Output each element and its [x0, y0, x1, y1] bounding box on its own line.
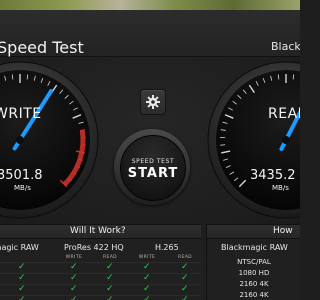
results-area: Will It Work? Blackmagic RAW ProRes 422 … [0, 224, 300, 300]
format-braw: Blackmagic RAW [0, 243, 39, 252]
prores-read-head: READ [102, 255, 118, 260]
check-icon: ✓ [106, 273, 114, 283]
format-prores: ProRes 422 HQ [64, 243, 124, 252]
check-icon: ✓ [181, 284, 189, 294]
write-value: 3501.8 [0, 168, 43, 183]
start-button-label: START [127, 166, 179, 181]
check-icon: ✓ [18, 262, 26, 272]
how-fast-title: How [273, 226, 293, 236]
h265-write-head: WRITE [138, 255, 156, 260]
will-it-work-table: Will It Work? Blackmagic RAW ProRes 422 … [0, 224, 201, 300]
start-button-bezel: SPEED TEST START [114, 129, 190, 205]
gear-icon [146, 95, 160, 109]
table-row-divider [0, 273, 201, 274]
check-icon: ✓ [106, 262, 114, 272]
check-icon: ✓ [181, 295, 189, 300]
will-it-work-title: Will It Work? [70, 226, 126, 236]
check-icon: ✓ [143, 295, 151, 300]
start-button[interactable]: SPEED TEST START [120, 135, 186, 201]
check-icon: ✓ [70, 295, 78, 300]
start-button-caption: SPEED TEST [131, 158, 175, 165]
resolution-item: 2160 4K [239, 280, 269, 288]
check-icon: ✓ [143, 284, 151, 294]
write-label: WRITE [0, 106, 42, 122]
check-icon: ✓ [18, 284, 26, 294]
resolution-item: 2160 4K [239, 291, 269, 299]
write-unit: MB/s [14, 184, 31, 192]
read-dial [207, 61, 300, 219]
resolution-item: NTSC/PAL [237, 258, 271, 266]
table-row-divider [0, 284, 201, 285]
prores-write-head: WRITE [65, 255, 83, 260]
check-icon: ✓ [18, 273, 26, 283]
check-icon: ✓ [70, 284, 78, 294]
check-icon: ✓ [143, 262, 151, 272]
format-h265: H.265 [155, 243, 179, 252]
check-icon: ✓ [181, 262, 189, 272]
check-icon: ✓ [106, 295, 114, 300]
settings-button[interactable] [140, 89, 166, 115]
table-row-divider [0, 262, 201, 263]
write-dial [0, 61, 99, 219]
how-fast-header: How [207, 225, 300, 239]
check-icon: ✓ [70, 262, 78, 272]
will-it-work-header: Will It Work? [0, 225, 201, 239]
resolution-item: 1080 HD [238, 269, 270, 277]
speed-test-window: Speed Test Blackmagic [0, 0, 300, 300]
read-label: READ [268, 106, 300, 122]
check-icon: ✓ [143, 273, 151, 283]
how-fast-table: How Blackmagic RAW NTSC/PAL 1080 HD 2160… [206, 224, 300, 300]
read-value: 3435.2 [250, 168, 296, 183]
check-icon: ✓ [106, 284, 114, 294]
h265-read-head: READ [177, 255, 193, 260]
check-icon: ✓ [18, 295, 26, 300]
table-row-divider [0, 295, 201, 296]
check-icon: ✓ [70, 273, 78, 283]
check-icon: ✓ [181, 273, 189, 283]
how-fast-format: Blackmagic RAW [221, 243, 288, 252]
read-unit: MB/s [272, 184, 289, 192]
